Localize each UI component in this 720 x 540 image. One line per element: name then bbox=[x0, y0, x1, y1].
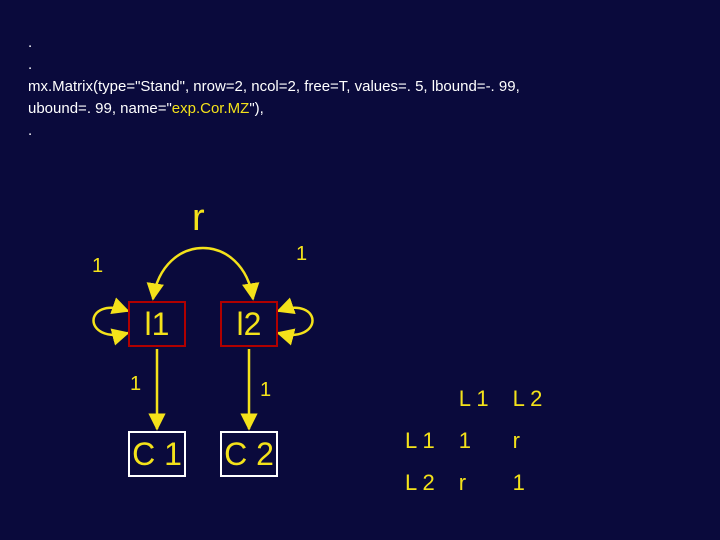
code-line-4: ubound=. 99, name="exp.Cor.MZ"), bbox=[28, 98, 520, 120]
path-label-1-left: 1 bbox=[130, 373, 141, 396]
node-observed-c2: C 2 bbox=[220, 431, 278, 477]
matrix-row-header-1: L 1 bbox=[405, 420, 459, 462]
code-block: . . mx.Matrix(type="Stand", nrow=2, ncol… bbox=[28, 32, 520, 142]
correlation-label-r: r bbox=[192, 197, 205, 240]
matrix-col-header-1: L 1 bbox=[459, 378, 513, 420]
self-loop-label-left: 1 bbox=[92, 255, 103, 278]
matrix-row-header-2: L 2 bbox=[405, 462, 459, 504]
code-highlight: exp.Cor.MZ bbox=[172, 100, 250, 117]
matrix-cell-11: 1 bbox=[459, 420, 513, 462]
self-loop-label-right: 1 bbox=[296, 243, 307, 266]
node-latent-l2: l2 bbox=[220, 301, 278, 347]
code-line-5: . bbox=[28, 120, 520, 142]
code-line-1: . bbox=[28, 32, 520, 54]
node-latent-l1: l1 bbox=[128, 301, 186, 347]
node-observed-c1: C 1 bbox=[128, 431, 186, 477]
code-line-2: . bbox=[28, 54, 520, 76]
matrix-col-header-2: L 2 bbox=[513, 378, 567, 420]
correlation-matrix: L 1 L 2 L 1 1 r L 2 r 1 bbox=[405, 378, 566, 504]
code-line-3: mx.Matrix(type="Stand", nrow=2, ncol=2, … bbox=[28, 76, 520, 98]
path-diagram: r 1 1 l1 l2 1 1 C 1 C 2 bbox=[100, 195, 330, 525]
matrix-cell-22: 1 bbox=[513, 462, 567, 504]
matrix-cell-12: r bbox=[513, 420, 567, 462]
path-label-1-right: 1 bbox=[260, 379, 271, 402]
matrix-cell-21: r bbox=[459, 462, 513, 504]
